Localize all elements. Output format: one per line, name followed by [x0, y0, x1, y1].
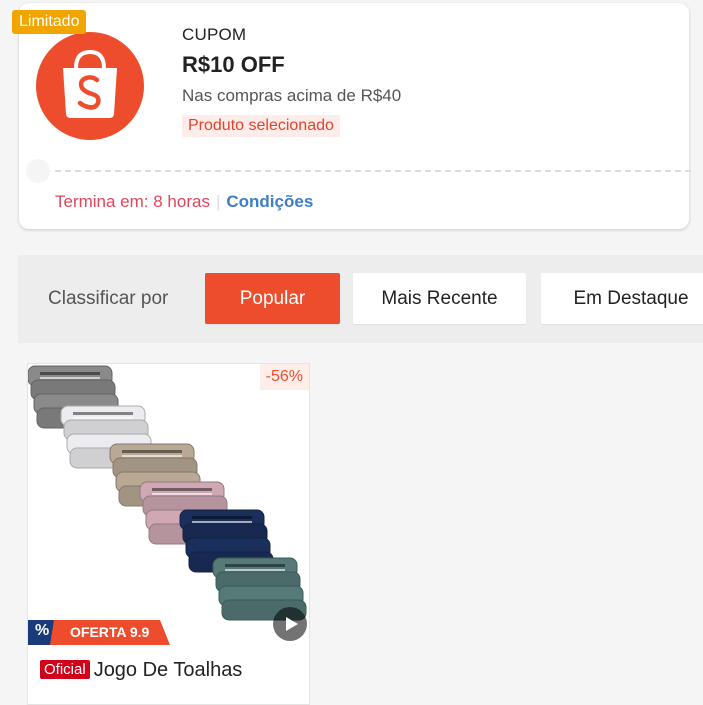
coupon-type: CUPOM [182, 25, 247, 44]
sort-featured-button[interactable]: Em Destaque [541, 273, 703, 324]
coupon-value: R$10 OFF [182, 52, 285, 77]
coupon-notch-right [695, 159, 703, 183]
promo-label: OFERTA 9.9 [70, 624, 150, 640]
coupon-footer: Termina em: 8 horas | Condições [55, 192, 313, 212]
product-card[interactable]: -56% % OFERTA 9.9 Oficial Jogo De Toalhas [27, 363, 310, 705]
percent-icon: % [35, 622, 50, 639]
shopee-bag-icon [36, 32, 144, 140]
limitado-badge: Limitado [12, 10, 87, 34]
conditions-link[interactable]: Condições [226, 192, 313, 211]
sort-bar: Classificar por Popular Mais Recente Em … [18, 255, 703, 343]
official-badge: Oficial [40, 660, 90, 679]
sort-recent-button[interactable]: Mais Recente [353, 273, 526, 324]
coupon-info: CUPOM R$10 OFF Nas compras acima de R$40… [182, 25, 401, 137]
coupon-divider [55, 170, 691, 172]
sort-popular-button[interactable]: Popular [205, 273, 340, 324]
coupon-tag: Produto selecionado [182, 115, 340, 137]
discount-badge: -56% [259, 364, 309, 390]
coupon-condition: Nas compras acima de R$40 [182, 86, 402, 105]
sort-label: Classificar por [48, 288, 169, 309]
play-icon[interactable] [273, 607, 307, 641]
footer-separator: | [215, 192, 221, 211]
product-image [28, 364, 309, 646]
product-title: Oficial Jogo De Toalhas [40, 659, 242, 682]
coupon-expire: Termina em: 8 horas [55, 192, 210, 211]
product-title-text: Jogo De Toalhas [93, 659, 243, 681]
coupon-notch-left [26, 159, 50, 183]
